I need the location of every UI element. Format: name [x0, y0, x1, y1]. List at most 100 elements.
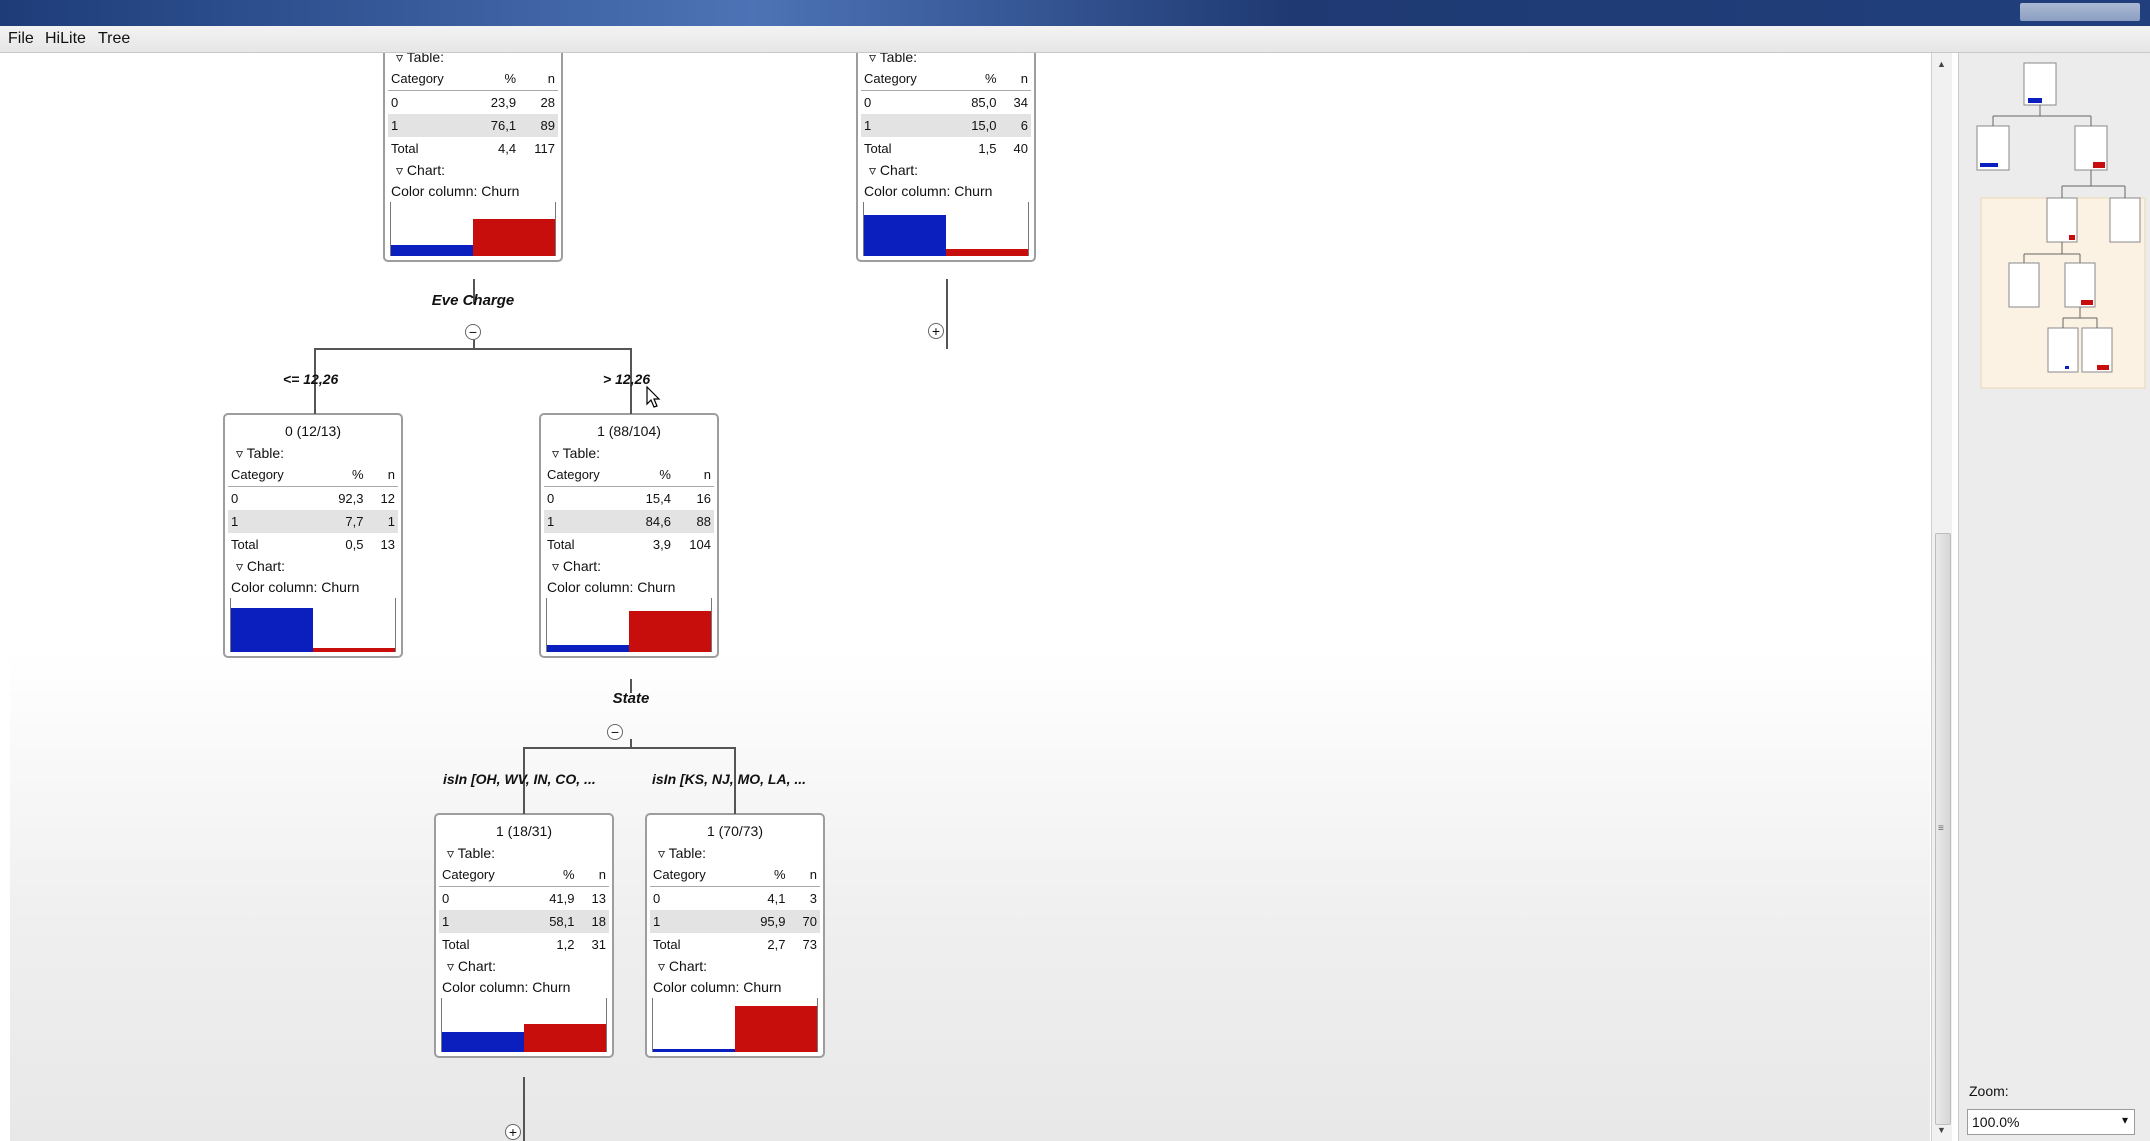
total-count: 73 — [802, 937, 817, 952]
expand-icon[interactable]: + — [505, 1124, 521, 1140]
table-row[interactable]: 0 85,0 34 — [861, 91, 1031, 115]
vertical-scrollbar[interactable]: ▲ ≡ ▼ — [1931, 53, 1952, 1141]
total-label: Total — [391, 141, 419, 156]
percent-cell: 4,1 — [767, 891, 786, 906]
table-row[interactable]: 1 76,1 89 — [388, 114, 558, 137]
table-row[interactable]: 0 92,3 12 — [228, 487, 398, 511]
chart-section-label: Chart: — [246, 558, 286, 574]
tree-node[interactable]: ▿ Table: Category% n 0 85,0 34 1 15,0 6 Total 1,5 4… — [856, 53, 1036, 262]
tree-canvas[interactable]: ▿ Table: Category% n 0 23,9 28 1 76,1 89 Total 4,4… — [10, 53, 1930, 1141]
column-header: Category — [228, 463, 319, 487]
count-cell: 88 — [673, 510, 714, 533]
edge-label-le: <= 12,26 — [283, 371, 339, 387]
bar-class-0 — [231, 608, 313, 652]
tree-node[interactable]: 0 (12/13) ▿ Table: Category% n 0 92,3 12 1 7,7 1 T… — [223, 413, 403, 658]
zoom-value: 100.0% — [1972, 1114, 2020, 1130]
chart-section-toggle[interactable]: ▿ Chart: — [439, 956, 609, 976]
zoom-label: Zoom: — [1969, 1083, 2009, 1099]
table-row[interactable]: 0 4,1 3 — [650, 887, 820, 911]
percent-cell: 95,9 — [740, 910, 789, 933]
connector — [523, 1077, 525, 1141]
edge-label-gt: > 12,26 — [603, 371, 651, 387]
chart-section-label: Chart: — [406, 162, 446, 178]
table-section-toggle[interactable]: ▿ Table: — [861, 53, 1031, 67]
table-section-toggle[interactable]: ▿ Table: — [650, 843, 820, 863]
table-row[interactable]: 0 41,9 13 — [439, 887, 609, 911]
bar-class-0 — [391, 245, 473, 256]
total-count: 117 — [534, 141, 555, 156]
table-section-label: Table: — [246, 445, 285, 461]
tree-node[interactable]: 1 (70/73) ▿ Table: Category% n 0 4,1 3 1 95,9 70 T… — [645, 813, 825, 1058]
total-percent: 2,7 — [767, 937, 786, 952]
count-cell: 28 — [540, 95, 555, 110]
class-distribution-chart — [390, 202, 556, 256]
table-row[interactable]: 0 15,4 16 — [544, 487, 714, 511]
table-row[interactable]: 0 23,9 28 — [388, 91, 558, 115]
total-label: Total — [547, 537, 575, 552]
table-section-label: Table: — [406, 53, 445, 65]
collapse-icon[interactable]: − — [465, 324, 481, 340]
table-row[interactable]: 1 95,9 70 — [650, 910, 820, 933]
category-table: Category% n 0 15,4 16 1 84,6 88 Total 3,9 104 — [544, 463, 714, 556]
zoom-select[interactable]: 100.0% ▾ — [1967, 1109, 2135, 1135]
tree-node[interactable]: 1 (88/104) ▿ Table: Category% n 0 15,4 16 1 84,6… — [539, 413, 719, 658]
table-section-label: Table: — [457, 845, 496, 861]
tree-node[interactable]: ▿ Table: Category% n 0 23,9 28 1 76,1 89 Total 4,4… — [383, 53, 563, 262]
connector — [523, 747, 736, 749]
color-column-label: Color column: Churn — [547, 579, 676, 595]
node-title: 1 (18/31) — [495, 823, 553, 839]
menu-file[interactable]: File — [8, 30, 34, 48]
total-percent: 1,2 — [556, 937, 575, 952]
triangle-down-icon: ▿ — [869, 162, 877, 178]
expand-icon[interactable]: + — [928, 323, 944, 339]
column-header: n — [519, 67, 558, 91]
column-header: % — [951, 67, 1000, 91]
bar-class-1 — [524, 1024, 606, 1052]
bar-class-1 — [946, 249, 1028, 256]
chart-section-toggle[interactable]: ▿ Chart: — [544, 556, 714, 576]
category-table: Category% n 0 85,0 34 1 15,0 6 Total 1,5 40 — [861, 67, 1031, 160]
table-section-toggle[interactable]: ▿ Table: — [439, 843, 609, 863]
window-controls[interactable] — [2020, 3, 2140, 21]
table-section-toggle[interactable]: ▿ Table: — [544, 443, 714, 463]
column-header: n — [788, 863, 820, 887]
total-row: Total 2,7 73 — [650, 933, 820, 956]
percent-cell: 15,4 — [645, 491, 671, 506]
edge-label-isin2: isIn [KS, NJ, MO, LA, ... — [652, 771, 807, 787]
total-row: Total 1,2 31 — [439, 933, 609, 956]
count-cell: 34 — [1013, 95, 1028, 110]
total-count: 104 — [689, 537, 711, 552]
count-cell: 89 — [519, 114, 558, 137]
table-row[interactable]: 1 58,1 18 — [439, 910, 609, 933]
table-row[interactable]: 1 15,0 6 — [861, 114, 1031, 137]
table-row[interactable]: 1 7,7 1 — [228, 510, 398, 533]
total-label: Total — [653, 937, 681, 952]
menu-tree[interactable]: Tree — [98, 30, 130, 48]
count-cell: 12 — [380, 491, 395, 506]
table-section-toggle[interactable]: ▿ Table: — [228, 443, 398, 463]
table-section-label: Table: — [879, 53, 918, 65]
chart-section-toggle[interactable]: ▿ Chart: — [228, 556, 398, 576]
tree-overview-thumbnail[interactable] — [1969, 58, 2147, 398]
table-section-toggle[interactable]: ▿ Table: — [388, 53, 558, 67]
chart-section-toggle[interactable]: ▿ Chart: — [861, 160, 1031, 180]
category-cell: 1 — [650, 910, 741, 933]
triangle-down-icon: ▿ — [552, 445, 560, 461]
category-cell: 0 — [231, 491, 239, 506]
column-header: % — [318, 463, 367, 487]
percent-cell: 41,9 — [549, 891, 575, 906]
percent-cell: 23,9 — [490, 95, 517, 110]
bar-class-0 — [653, 1049, 735, 1052]
chevron-down-icon[interactable]: ▾ — [2122, 1113, 2128, 1127]
scroll-down-icon[interactable]: ▼ — [1937, 1125, 1946, 1135]
count-cell: 3 — [809, 891, 817, 906]
table-row[interactable]: 1 84,6 88 — [544, 510, 714, 533]
menu-hilite[interactable]: HiLite — [45, 30, 86, 48]
category-table: Category% n 0 92,3 12 1 7,7 1 Total 0,5 13 — [228, 463, 398, 556]
count-cell: 13 — [591, 891, 606, 906]
chart-section-toggle[interactable]: ▿ Chart: — [650, 956, 820, 976]
collapse-icon[interactable]: − — [607, 724, 623, 740]
tree-node[interactable]: 1 (18/31) ▿ Table: Category% n 0 41,9 13 1 58,1 1… — [434, 813, 614, 1058]
scroll-up-icon[interactable]: ▲ — [1937, 59, 1946, 69]
chart-section-toggle[interactable]: ▿ Chart: — [388, 160, 558, 180]
